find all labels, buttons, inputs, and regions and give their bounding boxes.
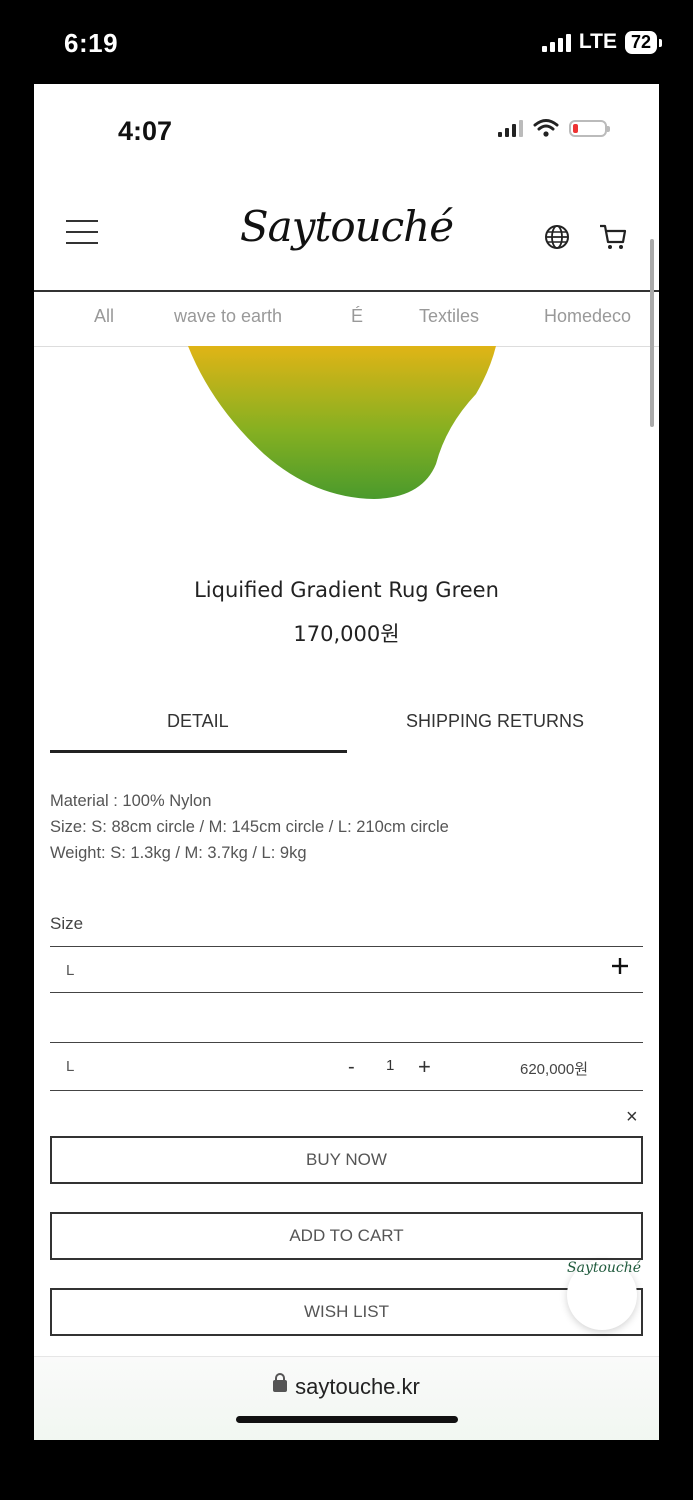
product-image (188, 346, 496, 499)
size-select[interactable]: L (66, 962, 74, 979)
wish-list-button[interactable]: WISH LIST (50, 1288, 643, 1336)
url-display[interactable]: saytouche.kr (34, 1373, 659, 1400)
divider (50, 1042, 643, 1043)
divider (50, 992, 643, 993)
active-tab-indicator (50, 750, 347, 753)
size-label: Size (50, 914, 84, 933)
inner-signal-icon (498, 119, 523, 137)
expand-plus-icon[interactable] (610, 956, 630, 976)
inner-status-time: 4:07 (118, 116, 173, 146)
category-e[interactable]: É (351, 306, 363, 327)
lock-icon (273, 1373, 288, 1393)
category-nav: All wave to earth É Textiles Homedeco (34, 291, 659, 347)
tab-shipping-returns[interactable]: SHIPPING RETURNS (406, 711, 584, 732)
signal-icon (541, 32, 571, 52)
divider (50, 1090, 643, 1091)
buy-now-button[interactable]: BUY NOW (50, 1136, 643, 1184)
add-to-cart-button[interactable]: ADD TO CART (50, 1212, 643, 1260)
network-type: LTE (578, 30, 617, 53)
product-title: Liquified Gradient Rug Green (194, 578, 499, 602)
product-price: 170,000원 (293, 622, 400, 646)
site-header: Saytouché (34, 192, 659, 292)
divider (50, 946, 643, 947)
device-status-bar: 6:19 LTE 72 (0, 0, 693, 84)
product-details: Material : 100% Nylon Size: S: 88cm circ… (50, 788, 449, 866)
selected-option-name: L (66, 1058, 75, 1075)
close-icon[interactable]: × (626, 1106, 638, 1129)
selected-option-price: 620,000원 (520, 1061, 589, 1078)
recorded-screen: 4:07 Saytouché All wave to earth É Texti… (34, 84, 659, 1440)
globe-icon[interactable] (544, 224, 570, 250)
detail-weight: Weight: S: 1.3kg / M: 3.7kg / L: 9kg (50, 844, 307, 862)
category-wave-to-earth[interactable]: wave to earth (174, 306, 282, 327)
detail-size: Size: S: 88cm circle / M: 145cm circle /… (50, 818, 449, 836)
battery-icon: 72 (624, 30, 663, 54)
browser-address-bar[interactable]: saytouche.kr (34, 1356, 659, 1440)
floating-chat-button[interactable]: Saytouché (567, 1260, 641, 1330)
url-text: saytouche.kr (295, 1374, 420, 1399)
cart-icon[interactable] (598, 222, 628, 252)
inner-status-icons (498, 118, 610, 138)
inner-battery-icon (569, 119, 610, 137)
home-indicator[interactable] (236, 1416, 458, 1423)
tab-detail[interactable]: DETAIL (167, 711, 229, 732)
quantity-decrease-button[interactable]: - (348, 1056, 355, 1079)
category-textiles[interactable]: Textiles (419, 306, 479, 327)
detail-material: Material : 100% Nylon (50, 792, 212, 810)
category-homedeco[interactable]: Homedeco (544, 306, 631, 327)
device-time: 6:19 (64, 28, 119, 58)
category-all[interactable]: All (94, 306, 114, 327)
page-scrollbar[interactable] (650, 239, 654, 427)
quantity-value[interactable]: 1 (386, 1057, 394, 1074)
wifi-icon (533, 119, 559, 137)
quantity-increase-button[interactable]: + (418, 1054, 431, 1080)
device-status-icons: LTE 72 (541, 30, 663, 54)
